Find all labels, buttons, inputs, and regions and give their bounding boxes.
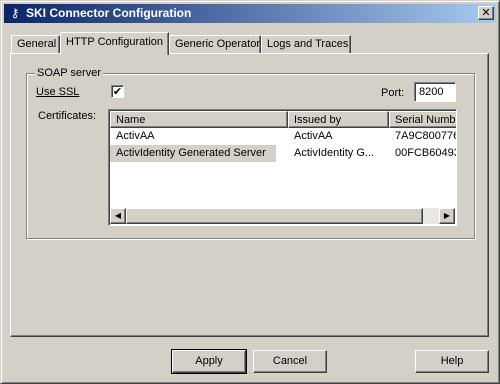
close-button[interactable]: ✕	[478, 6, 494, 20]
certificate-serial: 00FCB60493	[395, 147, 457, 159]
tab-logs-and-traces[interactable]: Logs and Traces	[261, 35, 351, 54]
certificate-issued-by: ActivAA	[294, 130, 333, 142]
soap-server-group: SOAP server Use SSL ✔ Port: 8200 Certifi…	[26, 66, 475, 239]
tab-generic-operator[interactable]: Generic Operator	[169, 35, 261, 54]
title-bar[interactable]: ⚷ SKI Connector Configuration ✕	[4, 4, 496, 23]
apply-button[interactable]: Apply	[171, 349, 247, 374]
soap-server-group-title: SOAP server	[35, 66, 103, 80]
certificates-list[interactable]: Name Issued by Serial Number ActivAA Act…	[108, 109, 457, 226]
certificate-issued-by: ActivIdentity G...	[294, 147, 375, 159]
use-ssl-label[interactable]: Use SSL	[36, 85, 79, 99]
port-label: Port:	[381, 87, 405, 99]
window-title: SKI Connector Configuration	[26, 6, 192, 20]
column-header-serial-number[interactable]: Serial Number	[389, 111, 456, 128]
certificates-label: Certificates:	[38, 110, 97, 122]
scroll-left-button[interactable]: ◀	[110, 208, 126, 224]
http-configuration-panel: SOAP server Use SSL ✔ Port: 8200 Certifi…	[10, 53, 489, 337]
certificate-name: ActivAA	[116, 130, 155, 142]
port-input[interactable]: 8200	[414, 82, 456, 102]
tab-http-configuration[interactable]: HTTP Configuration	[60, 32, 169, 55]
certificate-name: ActivIdentity Generated Server	[110, 145, 276, 162]
scrollbar-thumb[interactable]	[126, 208, 423, 224]
horizontal-scrollbar[interactable]: ◀ ▶	[110, 208, 455, 224]
certificate-serial: 7A9C800776	[395, 130, 457, 142]
cancel-button[interactable]: Cancel	[253, 350, 327, 373]
column-header-name[interactable]: Name	[110, 111, 288, 128]
help-button[interactable]: Help	[415, 350, 489, 373]
column-header-issued-by[interactable]: Issued by	[288, 111, 389, 128]
scroll-right-button[interactable]: ▶	[439, 208, 455, 224]
dialog-window: ⚷ SKI Connector Configuration ✕ General …	[0, 0, 500, 384]
tab-general[interactable]: General	[11, 35, 60, 54]
key-icon: ⚷	[10, 6, 20, 20]
use-ssl-checkbox[interactable]: ✔	[111, 85, 124, 98]
